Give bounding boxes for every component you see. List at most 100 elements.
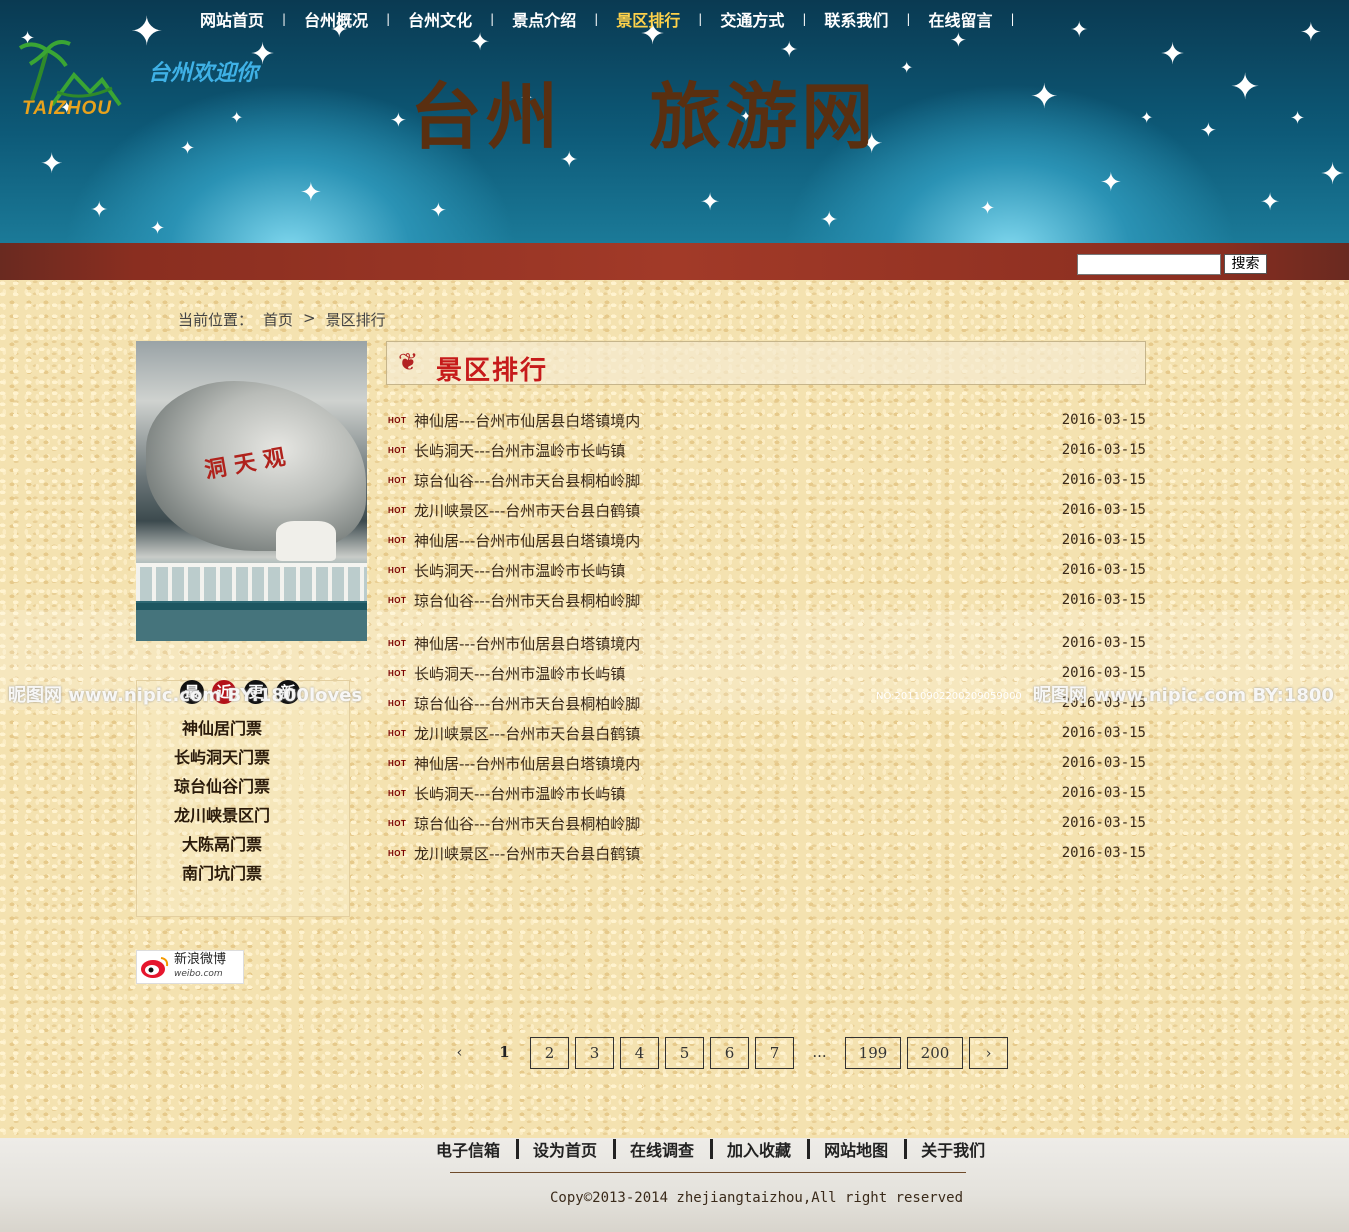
ranking-title[interactable]: 龙川峡景区---台州市天台县白鹤镇 — [414, 500, 640, 521]
footer-link[interactable]: 电子信箱 — [436, 1137, 516, 1161]
ranking-title[interactable]: 长屿洞天---台州市温岭市长屿镇 — [414, 783, 625, 804]
ticket-link[interactable]: 龙川峡景区门 — [136, 801, 308, 830]
copyright: Copy©2013-2014 zhejiangtaizhou,All right… — [550, 1190, 964, 1206]
nav-item[interactable]: 交通方式 — [702, 7, 802, 31]
hot-badge-icon: HOT — [388, 415, 407, 425]
ranking-title[interactable]: 琼台仙谷---台州市天台县桐柏岭脚 — [414, 470, 640, 491]
star-icon: ✦ — [900, 58, 914, 77]
star-icon: ✦ — [180, 138, 196, 159]
ranking-title[interactable]: 龙川峡景区---台州市天台县白鹤镇 — [414, 843, 640, 864]
page-link[interactable]: 6 — [710, 1037, 749, 1069]
ranking-title[interactable]: 长屿洞天---台州市温岭市长屿镇 — [414, 440, 625, 461]
footer-separator — [613, 1139, 617, 1159]
nav-item[interactable]: 联系我们 — [806, 7, 906, 31]
star-icon: ✦ — [1260, 188, 1281, 216]
ranking-row[interactable]: HOT 琼台仙谷---台州市天台县桐柏岭脚 2016-03-15 — [388, 589, 1148, 611]
ranking-title[interactable]: 神仙居---台州市仙居县白塔镇境内 — [414, 410, 640, 431]
star-icon: ✦ — [130, 9, 164, 55]
ranking-date: 2016-03-15 — [1061, 815, 1146, 831]
page-link[interactable]: 200 — [907, 1037, 963, 1069]
hot-badge-icon: HOT — [388, 848, 407, 858]
nav-item[interactable]: 台州文化 — [390, 7, 490, 31]
page-link[interactable]: 5 — [665, 1037, 704, 1069]
star-icon: ✦ — [90, 198, 109, 223]
ranking-title[interactable]: 琼台仙谷---台州市天台县桐柏岭脚 — [414, 693, 640, 714]
ranking-title[interactable]: 琼台仙谷---台州市天台县桐柏岭脚 — [414, 813, 640, 834]
photo-statue — [276, 521, 336, 561]
flower-ornament-icon: ❦ — [398, 348, 419, 376]
ranking-title[interactable]: 神仙居---台州市仙居县白塔镇境内 — [414, 633, 640, 654]
scenic-photo: 洞 天 观 — [136, 341, 367, 641]
ranking-date: 2016-03-15 — [1061, 665, 1146, 681]
watermark-id: NO:20110902200209059000 — [876, 691, 1022, 702]
hot-badge-icon: HOT — [388, 565, 407, 575]
star-icon: ✦ — [1030, 77, 1059, 117]
prev-page-icon[interactable]: ‹ — [440, 1037, 479, 1069]
footer-separator — [904, 1139, 908, 1159]
nav-item[interactable]: 在线留言 — [910, 7, 1010, 31]
watermark-right-text: 昵图网 www.nipic.com BY:1800 — [1033, 685, 1334, 706]
star-icon: ✦ — [1070, 18, 1089, 43]
next-page-icon[interactable]: › — [969, 1037, 1008, 1069]
hot-badge-icon: HOT — [388, 818, 407, 828]
ticket-link[interactable]: 南门坑门票 — [136, 859, 308, 888]
ranking-title[interactable]: 龙川峡景区---台州市天台县白鹤镇 — [414, 723, 640, 744]
breadcrumb-home-link[interactable]: 首页 — [263, 309, 293, 330]
hot-badge-icon: HOT — [388, 788, 407, 798]
nav-item[interactable]: 台州概况 — [286, 7, 386, 31]
footer-link[interactable]: 在线调查 — [630, 1137, 710, 1161]
ranking-title[interactable]: 神仙居---台州市仙居县白塔镇境内 — [414, 753, 640, 774]
ranking-row[interactable]: HOT 琼台仙谷---台州市天台县桐柏岭脚 2016-03-15 — [388, 469, 1148, 491]
ticket-link[interactable]: 琼台仙谷门票 — [136, 772, 308, 801]
star-icon: ✦ — [150, 218, 166, 239]
page-link[interactable]: 7 — [755, 1037, 794, 1069]
footer-separator — [710, 1139, 714, 1159]
search-button[interactable]: 搜索 — [1224, 254, 1267, 274]
page-link[interactable]: 4 — [620, 1037, 659, 1069]
hot-badge-icon: HOT — [388, 475, 407, 485]
footer-links: 电子信箱 设为首页 在线调查 加入收藏 网站地图 关于我们 — [436, 1138, 1001, 1160]
footer-divider — [450, 1172, 966, 1173]
footer-link[interactable]: 关于我们 — [921, 1137, 1001, 1161]
ranking-row[interactable]: HOT 龙川峡景区---台州市天台县白鹤镇 2016-03-15 — [388, 722, 1148, 744]
footer-link[interactable]: 加入收藏 — [727, 1137, 807, 1161]
nav-item[interactable]: 景区排行 — [598, 7, 698, 31]
search-input[interactable] — [1077, 254, 1221, 275]
page-link[interactable]: 2 — [530, 1037, 569, 1069]
star-icon: ✦ — [1140, 108, 1154, 127]
nav-separator: | — [1010, 11, 1015, 26]
ranking-row[interactable]: HOT 长屿洞天---台州市温岭市长屿镇 2016-03-15 — [388, 559, 1148, 581]
ranking-title[interactable]: 琼台仙谷---台州市天台县桐柏岭脚 — [414, 590, 640, 611]
ranking-row[interactable]: HOT 龙川峡景区---台州市天台县白鹤镇 2016-03-15 — [388, 842, 1148, 864]
ranking-date: 2016-03-15 — [1061, 755, 1146, 771]
hot-badge-icon: HOT — [388, 698, 407, 708]
ranking-row[interactable]: HOT 神仙居---台州市仙居县白塔镇境内 2016-03-15 — [388, 632, 1148, 654]
footer-link[interactable]: 网站地图 — [824, 1137, 904, 1161]
star-icon: ✦ — [40, 147, 64, 180]
hot-badge-icon: HOT — [388, 638, 407, 648]
ranking-date: 2016-03-15 — [1061, 442, 1146, 458]
star-icon: ✦ — [820, 208, 839, 233]
footer-link[interactable]: 设为首页 — [533, 1137, 613, 1161]
ticket-link[interactable]: 大陈鬲门票 — [136, 830, 308, 859]
ticket-link[interactable]: 神仙居门票 — [136, 714, 308, 743]
ranking-row[interactable]: HOT 龙川峡景区---台州市天台县白鹤镇 2016-03-15 — [388, 499, 1148, 521]
ranking-row[interactable]: HOT 神仙居---台州市仙居县白塔镇境内 2016-03-15 — [388, 529, 1148, 551]
ranking-title[interactable]: 神仙居---台州市仙居县白塔镇境内 — [414, 530, 640, 551]
ranking-row[interactable]: HOT 长屿洞天---台州市温岭市长屿镇 2016-03-15 — [388, 439, 1148, 461]
nav-item[interactable]: 网站首页 — [182, 7, 282, 31]
ticket-link[interactable]: 长屿洞天门票 — [136, 743, 308, 772]
ranking-row[interactable]: HOT 神仙居---台州市仙居县白塔镇境内 2016-03-15 — [388, 409, 1148, 431]
ranking-row[interactable]: HOT 琼台仙谷---台州市天台县桐柏岭脚 2016-03-15 — [388, 812, 1148, 834]
star-icon: ✦ — [1200, 118, 1217, 142]
weibo-button[interactable]: 新浪微博 weibo.com — [136, 950, 244, 984]
ranking-title[interactable]: 长屿洞天---台州市温岭市长屿镇 — [414, 663, 625, 684]
hot-badge-icon: HOT — [388, 668, 407, 678]
ranking-title[interactable]: 长屿洞天---台州市温岭市长屿镇 — [414, 560, 625, 581]
page-link[interactable]: 199 — [845, 1037, 901, 1069]
ranking-row[interactable]: HOT 神仙居---台州市仙居县白塔镇境内 2016-03-15 — [388, 752, 1148, 774]
ranking-row[interactable]: HOT 长屿洞天---台州市温岭市长屿镇 2016-03-15 — [388, 782, 1148, 804]
nav-item[interactable]: 景点介绍 — [494, 7, 594, 31]
page-link[interactable]: 3 — [575, 1037, 614, 1069]
breadcrumb: 当前位置： 首页 > 景区排行 — [178, 309, 386, 330]
